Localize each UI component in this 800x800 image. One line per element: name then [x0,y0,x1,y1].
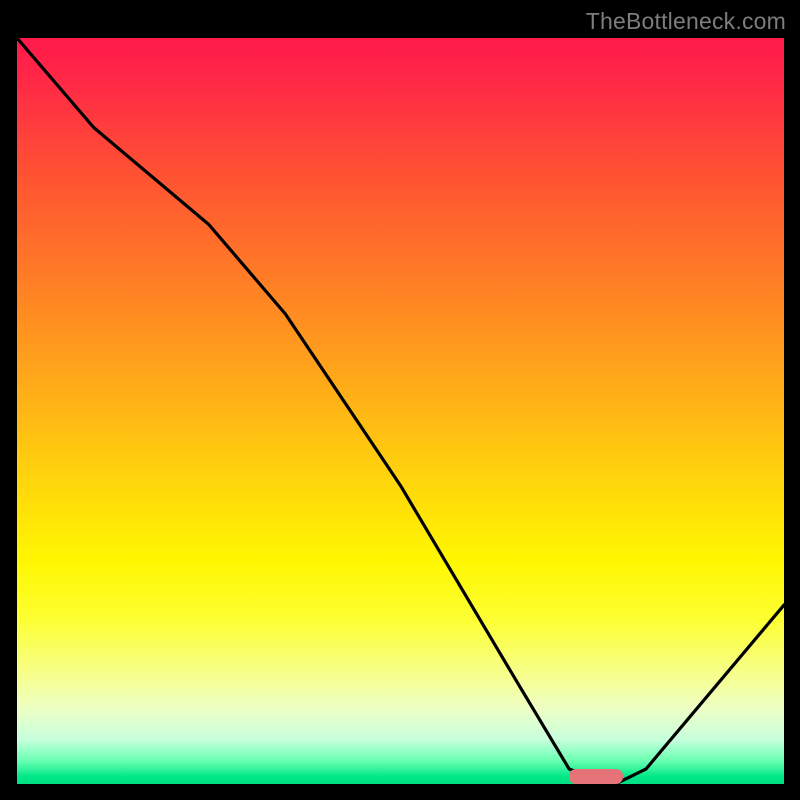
curve-svg [17,38,784,784]
attribution-text: TheBottleneck.com [586,8,786,35]
chart-container: TheBottleneck.com [0,0,800,800]
bottleneck-curve-path [17,38,784,784]
plot-area [17,38,784,784]
optimum-marker [569,769,623,784]
